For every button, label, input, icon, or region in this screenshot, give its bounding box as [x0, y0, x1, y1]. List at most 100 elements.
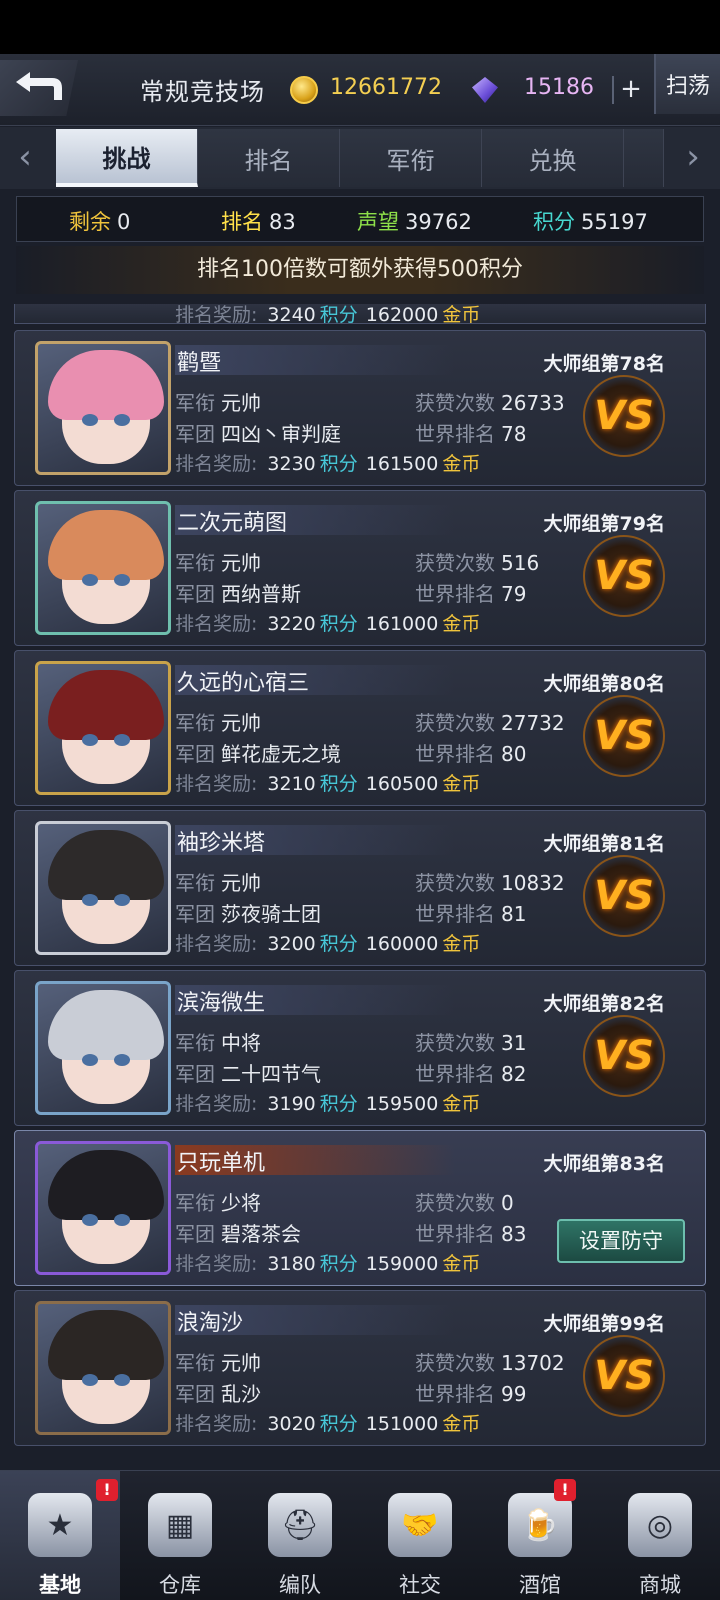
- nav-item-handshake[interactable]: 🤝 社交: [360, 1471, 480, 1600]
- formation-helmet-icon: ⛑: [268, 1493, 332, 1557]
- tab-military-rank[interactable]: 军衔: [340, 129, 482, 187]
- vs-challenge-button[interactable]: VS: [583, 1335, 665, 1417]
- world-rank-row: 世界排名 78: [415, 422, 527, 446]
- warehouse-icon: ▦: [148, 1493, 212, 1557]
- self-player-card: 只玩单机 大师组第83名 军衔 少将 军团 碧落茶会 获赞次数 0 世界排名 83 排名…: [14, 1130, 706, 1286]
- world-rank-row: 世界排名 82: [415, 1062, 527, 1086]
- player-avatar[interactable]: [35, 1141, 171, 1275]
- shop-icon: ◎: [628, 1493, 692, 1557]
- avatar-eye: [82, 1214, 98, 1226]
- handshake-icon: 🤝: [388, 1493, 452, 1557]
- player-name: 滨海微生: [175, 985, 455, 1016]
- group-rank: 大师组第83名: [543, 1153, 665, 1175]
- player-avatar[interactable]: [35, 821, 171, 955]
- notification-badge-icon: !: [554, 1479, 576, 1501]
- nav-item-warehouse[interactable]: ▦ 仓库: [120, 1471, 240, 1600]
- world-rank-row: 世界排名 79: [415, 582, 527, 606]
- avatar-hair: [48, 830, 164, 900]
- status-bar: [0, 0, 720, 54]
- world-rank-row: 世界排名 81: [415, 902, 527, 926]
- bonus-notice: 排名100倍数可额外获得500积分: [16, 246, 704, 294]
- avatar-eye: [114, 1054, 130, 1066]
- likes-row: 获赞次数 27732: [415, 711, 565, 735]
- nav-item-formation-helmet[interactable]: ⛑ 编队: [240, 1471, 360, 1600]
- gold-amount: 12661772: [330, 75, 442, 100]
- avatar-eye: [82, 574, 98, 586]
- vs-challenge-button[interactable]: VS: [583, 1015, 665, 1097]
- opponent-card: 滨海微生 大师组第82名 军衔 中将 军团 二十四节气 获赞次数 31 世界排名 82 …: [14, 970, 706, 1126]
- opponent-card: 浪淘沙 大师组第99名 军衔 元帅 军团 乱沙 获赞次数 13702 世界排名 99 排…: [14, 1290, 706, 1446]
- vs-challenge-button[interactable]: VS: [583, 375, 665, 457]
- player-name: 袖珍米塔: [175, 825, 455, 856]
- opponent-card: 袖珍米塔 大师组第81名 军衔 元帅 军团 莎夜骑士团 获赞次数 10832 世界排名…: [14, 810, 706, 966]
- group-rank: 大师组第99名: [543, 1313, 665, 1335]
- reward-row: 排名奖励: 3210 积分 160500 金币: [175, 773, 481, 795]
- military-title-row: 军衔 中将: [175, 1031, 261, 1055]
- nav-label: 编队: [279, 1573, 321, 1597]
- nav-item-tavern[interactable]: 🍺 酒馆 !: [480, 1471, 600, 1600]
- tab-next-arrow-icon[interactable]: ›: [678, 137, 708, 181]
- add-gems-button[interactable]: +: [612, 76, 648, 104]
- nav-label: 酒馆: [519, 1573, 561, 1597]
- back-button[interactable]: [0, 60, 78, 116]
- legion-row: 军团 二十四节气: [175, 1062, 321, 1086]
- opponent-card: 久远的心宿三 大师组第80名 军衔 元帅 军团 鲜花虚无之境 获赞次数 27732 世…: [14, 650, 706, 806]
- opponent-list[interactable]: 排名奖励: 3240 积分 162000 金币 鹳暨 大师组第78名 军衔 元帅 军团 四凶…: [0, 304, 720, 1468]
- likes-row: 获赞次数 13702: [415, 1351, 565, 1375]
- group-rank: 大师组第80名: [543, 673, 665, 695]
- sweep-button[interactable]: 扫荡: [654, 54, 720, 114]
- avatar-eye: [114, 414, 130, 426]
- tab-challenge[interactable]: 挑战: [56, 129, 198, 187]
- legion-row: 军团 四凶丶审判庭: [175, 422, 341, 446]
- player-avatar[interactable]: [35, 341, 171, 475]
- player-name: 久远的心宿三: [175, 665, 455, 696]
- military-title-row: 军衔 元帅: [175, 711, 261, 735]
- likes-row: 获赞次数 26733: [415, 391, 565, 415]
- military-title-row: 军衔 少将: [175, 1191, 261, 1215]
- tab-prev-arrow-icon[interactable]: ‹: [10, 137, 40, 181]
- nav-item-shop[interactable]: ◎ 商城: [600, 1471, 720, 1600]
- notification-badge-icon: !: [96, 1479, 118, 1501]
- nav-label: 社交: [399, 1573, 441, 1597]
- reward-row: 排名奖励: 3200 积分 160000 金币: [175, 933, 481, 955]
- reward-row: 排名奖励: 3020 积分 151000 金币: [175, 1413, 481, 1435]
- player-avatar[interactable]: [35, 661, 171, 795]
- player-name: 只玩单机: [175, 1145, 455, 1176]
- legion-row: 军团 西纳普斯: [175, 582, 301, 606]
- avatar-hair: [48, 350, 164, 420]
- avatar-hair: [48, 510, 164, 580]
- reward-row: 排名奖励: 3240 积分 162000 金币: [175, 304, 481, 326]
- star-emblem-icon: ★: [28, 1493, 92, 1557]
- vs-challenge-button[interactable]: VS: [583, 695, 665, 777]
- stat-remaining: 剩余 0: [69, 210, 131, 234]
- player-avatar[interactable]: [35, 981, 171, 1115]
- stat-rank: 排名 83: [221, 210, 296, 234]
- world-rank-row: 世界排名 83: [415, 1222, 527, 1246]
- player-avatar[interactable]: [35, 1301, 171, 1435]
- avatar-eye: [82, 894, 98, 906]
- player-avatar[interactable]: [35, 501, 171, 635]
- player-name: 浪淘沙: [175, 1305, 455, 1336]
- nav-label: 商城: [639, 1573, 681, 1597]
- avatar-hair: [48, 1310, 164, 1380]
- player-name: 鹳暨: [175, 345, 455, 376]
- tab-exchange[interactable]: 兑换: [482, 129, 624, 187]
- back-arrow-icon: [16, 72, 62, 100]
- gem-icon: [472, 77, 498, 103]
- likes-row: 获赞次数 10832: [415, 871, 565, 895]
- likes-row: 获赞次数 516: [415, 551, 540, 575]
- top-bar: 常规竞技场 12661772 15186 + 扫荡: [0, 54, 720, 126]
- legion-row: 军团 乱沙: [175, 1382, 261, 1406]
- vs-challenge-button[interactable]: VS: [583, 535, 665, 617]
- gem-amount: 15186: [524, 75, 594, 100]
- set-defense-button[interactable]: 设置防守: [557, 1219, 685, 1263]
- tab-ranking[interactable]: 排名: [198, 129, 340, 187]
- avatar-hair: [48, 1150, 164, 1220]
- nav-item-star-emblem[interactable]: ★ 基地 !: [0, 1471, 120, 1600]
- vs-challenge-button[interactable]: VS: [583, 855, 665, 937]
- avatar-eye: [82, 1054, 98, 1066]
- avatar-eye: [82, 1374, 98, 1386]
- world-rank-row: 世界排名 80: [415, 742, 527, 766]
- avatar-eye: [82, 734, 98, 746]
- reward-row: 排名奖励: 3230 积分 161500 金币: [175, 453, 481, 475]
